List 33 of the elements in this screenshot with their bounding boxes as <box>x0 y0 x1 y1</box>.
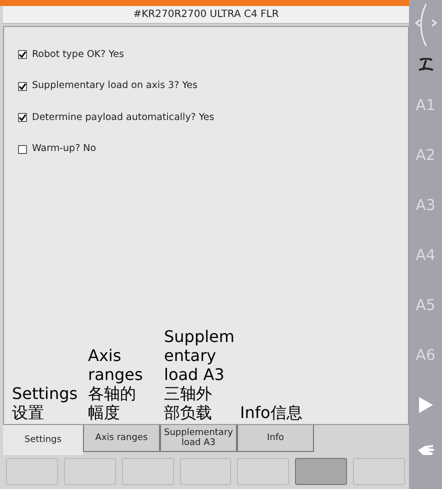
hand-icon[interactable] <box>416 443 434 457</box>
softkey-button[interactable] <box>6 458 58 485</box>
tab[interactable]: Axis ranges <box>83 425 160 452</box>
softkey-button[interactable] <box>64 458 116 485</box>
robot-name: #KR270R2700 ULTRA C4 FLR <box>3 6 409 24</box>
axis-key[interactable]: A5 <box>416 280 436 330</box>
setting-label: Supplementary load on axis 3? Yes <box>32 79 198 94</box>
annotation-text: Settings 设置 <box>12 384 79 422</box>
tab[interactable]: Info <box>237 425 314 452</box>
checkbox[interactable] <box>18 113 27 122</box>
play-icon[interactable] <box>418 396 434 414</box>
script-icon[interactable] <box>418 58 434 72</box>
checkbox[interactable] <box>18 144 27 154</box>
axis-key[interactable]: A3 <box>416 180 436 230</box>
checkbox[interactable] <box>18 82 27 91</box>
annotation-text: Info信息 <box>240 403 304 422</box>
softkey-button[interactable] <box>295 458 348 485</box>
tab[interactable]: Settings <box>3 425 83 455</box>
annotation-text: Axis ranges 各轴的 幅度 <box>88 346 144 422</box>
axis-key[interactable]: A2 <box>416 130 436 180</box>
setting-label: Determine payload automatically? Yes <box>32 110 214 125</box>
softkey-button[interactable] <box>353 458 406 485</box>
axis-key[interactable]: A6 <box>416 330 436 380</box>
softkey-button[interactable] <box>122 458 174 485</box>
axis-key[interactable]: A1 <box>416 80 436 130</box>
axis-key[interactable]: A4 <box>416 230 436 280</box>
checkbox[interactable] <box>18 50 27 60</box>
setting-label: Warm-up? No <box>32 142 96 156</box>
softkey-button[interactable] <box>237 458 290 485</box>
setting-label: Robot type OK? Yes <box>32 48 124 62</box>
annotation-text: Supplem entary load A3 三轴外 部负载 <box>164 327 236 422</box>
tab[interactable]: Supplementary load A3 <box>160 425 237 452</box>
softkey-button[interactable] <box>180 458 232 485</box>
